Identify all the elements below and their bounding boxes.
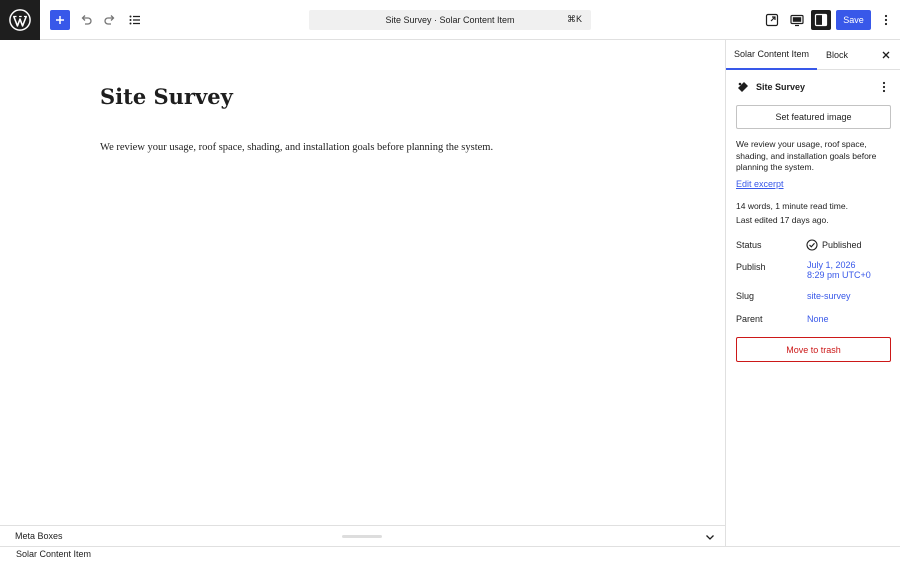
- wordpress-icon: [9, 9, 31, 31]
- slug-link[interactable]: site-survey: [807, 291, 851, 301]
- tab-document[interactable]: Solar Content Item: [726, 40, 817, 70]
- resize-handle[interactable]: [342, 535, 382, 538]
- list-view-icon: [129, 15, 140, 25]
- parent-row: Parent None: [736, 312, 896, 328]
- post-info: 14 words, 1 minute read time. Last edite…: [736, 200, 896, 227]
- view-post-button[interactable]: [762, 10, 782, 30]
- published-check-icon: [806, 239, 818, 251]
- last-edited-info: Last edited 17 days ago.: [736, 214, 829, 225]
- sidebar-icon: [814, 13, 828, 27]
- options-menu-button[interactable]: [876, 10, 896, 30]
- document-bar[interactable]: Site Survey · Solar Content Item ⌘K: [309, 10, 591, 30]
- parent-link[interactable]: None: [807, 314, 829, 324]
- plus-icon: [56, 16, 64, 24]
- status-row: Status Published: [736, 238, 896, 254]
- editor-header: Site Survey · Solar Content Item ⌘K Save: [0, 0, 900, 40]
- breadcrumb[interactable]: Solar Content Item: [16, 549, 91, 559]
- command-shortcut: ⌘K: [566, 14, 582, 24]
- redo-icon: [104, 15, 115, 25]
- external-view-icon: [765, 13, 779, 27]
- redo-button[interactable]: [100, 10, 120, 30]
- meta-boxes-label: Meta Boxes: [15, 531, 63, 541]
- status-footer: Solar Content Item: [0, 546, 900, 561]
- slug-label: Slug: [736, 291, 755, 301]
- meta-boxes-panel[interactable]: Meta Boxes: [0, 525, 725, 546]
- publish-time: 8:29 pm UTC+0: [807, 270, 871, 280]
- paragraph-block[interactable]: We review your usage, roof space, shadin…: [100, 142, 493, 153]
- status-label: Status: [736, 240, 762, 250]
- slug-row: Slug site-survey: [736, 289, 896, 305]
- excerpt-text: We review your usage, roof space, shadin…: [736, 139, 877, 172]
- device-preview-button[interactable]: [787, 10, 807, 30]
- status-value[interactable]: Published: [822, 240, 862, 250]
- tab-block[interactable]: Block: [817, 40, 857, 70]
- document-title: Site Survey · Solar Content Item: [385, 15, 515, 25]
- save-button[interactable]: Save: [836, 10, 871, 30]
- parent-label: Parent: [736, 314, 763, 324]
- move-to-trash-button[interactable]: Move to trash: [736, 337, 891, 362]
- list-view-button[interactable]: [125, 10, 145, 30]
- undo-icon: [81, 15, 92, 25]
- block-inserter-button[interactable]: [50, 10, 70, 30]
- undo-button[interactable]: [76, 10, 96, 30]
- post-title-block[interactable]: Site Survey: [100, 84, 233, 109]
- publish-label: Publish: [736, 262, 766, 272]
- wordpress-logo-button[interactable]: [0, 0, 40, 40]
- publish-date-link[interactable]: July 1, 2026 8:29 pm UTC+0: [807, 260, 871, 280]
- editor-canvas: Site Survey We review your usage, roof s…: [0, 40, 725, 525]
- sidebar-tabs: Solar Content Item Block: [726, 40, 900, 70]
- publish-date: July 1, 2026: [807, 260, 856, 270]
- more-vertical-icon: [884, 14, 888, 26]
- more-vertical-icon[interactable]: [877, 80, 891, 94]
- post-name: Site Survey: [756, 82, 806, 92]
- desktop-icon: [790, 14, 804, 27]
- chevron-down-icon[interactable]: [704, 531, 716, 543]
- edit-excerpt-link[interactable]: Edit excerpt: [736, 179, 784, 189]
- post-summary-header: Site Survey: [736, 80, 896, 96]
- settings-sidebar: Solar Content Item Block Site Survey Set…: [725, 40, 900, 546]
- post-type-icon: [738, 82, 748, 92]
- close-icon[interactable]: [879, 48, 893, 62]
- set-featured-image-button[interactable]: Set featured image: [736, 105, 891, 129]
- publish-row: Publish July 1, 2026 8:29 pm UTC+0: [736, 260, 896, 280]
- word-count-info: 14 words, 1 minute read time.: [736, 201, 848, 211]
- settings-sidebar-toggle[interactable]: [811, 10, 831, 30]
